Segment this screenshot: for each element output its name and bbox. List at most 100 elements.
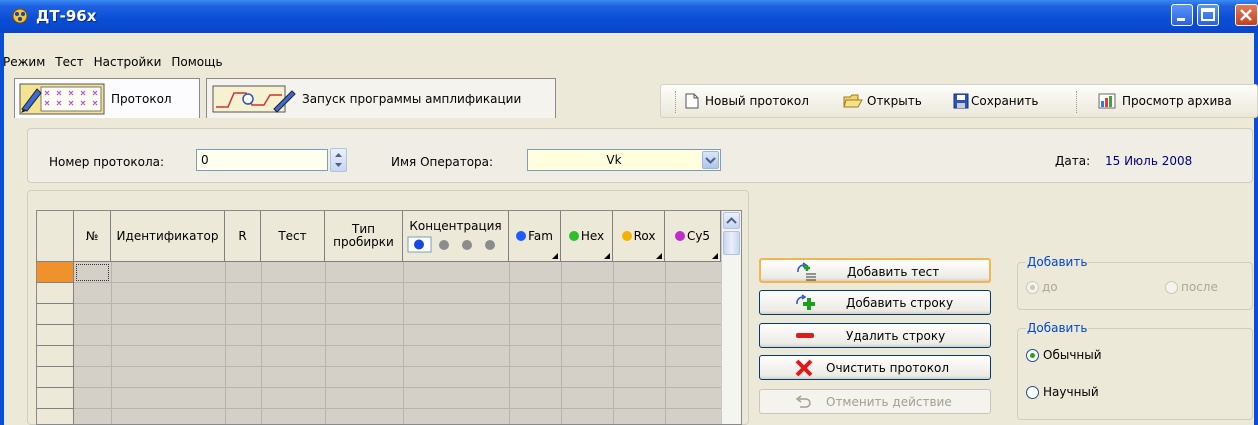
row-header[interactable] <box>37 367 74 388</box>
col-header-tube-type[interactable]: Тип пробирки <box>325 211 403 262</box>
grid-line <box>561 262 562 424</box>
table-row[interactable] <box>74 304 721 325</box>
grid-line <box>613 262 614 424</box>
chevron-down-icon <box>705 157 716 164</box>
operator-value: Vk <box>606 153 622 167</box>
grid-line <box>261 262 262 424</box>
row-header[interactable] <box>37 283 74 304</box>
row-header[interactable] <box>37 304 74 325</box>
add-test-label: Добавить тест <box>847 265 940 279</box>
col-header-r[interactable]: R <box>225 211 261 262</box>
radio-normal-label: Обычный <box>1043 348 1102 362</box>
open-button[interactable]: Открыть <box>843 93 922 109</box>
save-label: Сохранить <box>971 94 1039 108</box>
table-row[interactable] <box>74 346 721 367</box>
add-test-button[interactable]: Добавить тест <box>759 258 991 283</box>
operator-select[interactable]: Vk <box>527 149 721 171</box>
title-bar[interactable]: ДТ-96х <box>0 0 1258 33</box>
open-folder-icon <box>843 94 863 108</box>
minimize-button[interactable] <box>1171 4 1193 26</box>
position-group: Добавить до после <box>1017 255 1253 310</box>
col-header-number[interactable]: № <box>74 211 111 262</box>
add-row-icon <box>796 294 815 310</box>
table-row[interactable] <box>74 325 721 346</box>
radio-scientific[interactable] <box>1026 386 1039 399</box>
new-protocol-button[interactable]: Новый протокол <box>685 93 809 109</box>
col-header-concentration[interactable]: Концентрация <box>403 211 509 262</box>
focused-cell[interactable] <box>76 264 109 281</box>
radio-after-label: после <box>1181 280 1218 294</box>
tab-protocol[interactable]: Протокол <box>14 78 200 118</box>
table-row[interactable] <box>74 262 721 283</box>
rox-label: Rox <box>633 228 656 243</box>
scroll-up-button[interactable] <box>723 212 740 229</box>
col-header-hex[interactable]: Hex <box>561 211 613 262</box>
col-header-rox[interactable]: Rox <box>613 211 665 262</box>
maximize-button[interactable] <box>1197 4 1219 26</box>
save-button[interactable]: Сохранить <box>953 93 1039 109</box>
add-row-button[interactable]: Добавить строку <box>759 290 991 315</box>
delete-row-button[interactable]: Удалить строку <box>759 323 991 348</box>
close-button[interactable] <box>1235 4 1258 26</box>
col-header-fam[interactable]: Fam <box>509 211 561 262</box>
window-title: ДТ-96х <box>36 7 97 25</box>
archive-chart-icon <box>1098 93 1116 109</box>
row-header[interactable] <box>37 388 74 409</box>
table-row[interactable] <box>74 409 721 424</box>
col-header-identifier[interactable]: Идентификатор <box>111 211 225 262</box>
row-header[interactable] <box>37 325 74 346</box>
col-header-test[interactable]: Тест <box>261 211 325 262</box>
window-border-left <box>0 33 4 425</box>
row-header[interactable] <box>37 409 74 424</box>
toolbar-separator <box>675 91 676 113</box>
view-archive-button[interactable]: Просмотр архива <box>1098 93 1232 109</box>
table-row[interactable] <box>74 388 721 409</box>
protocol-number-field[interactable]: 0 <box>196 149 328 171</box>
sort-triangle-icon <box>712 253 718 259</box>
table-row[interactable] <box>74 367 721 388</box>
row-header[interactable] <box>37 346 74 367</box>
fam-label: Fam <box>528 228 553 243</box>
table-row[interactable] <box>74 283 721 304</box>
grid-corner-header <box>37 211 74 262</box>
operator-dropdown-button[interactable] <box>702 151 719 169</box>
clear-protocol-button[interactable]: Очистить протокол <box>759 355 991 380</box>
red-x-icon <box>795 359 813 377</box>
grid-line <box>509 262 510 424</box>
undo-label: Отменить действие <box>826 395 952 409</box>
menu-settings[interactable]: Настройки <box>89 53 167 69</box>
grid-line <box>665 262 666 424</box>
radio-normal[interactable] <box>1026 349 1039 362</box>
tab-amplification-label: Запуск программы амплификации <box>302 91 522 106</box>
protocol-number-label: Номер протокола: <box>49 155 165 169</box>
menu-test[interactable]: Тест <box>50 53 88 69</box>
toolbar-separator <box>1076 91 1077 113</box>
sort-triangle-icon <box>552 253 558 259</box>
menu-help[interactable]: Помощь <box>166 53 227 69</box>
protocol-number-spinner[interactable] <box>330 148 347 172</box>
date-value: 15 Июль 2008 <box>1105 154 1193 168</box>
save-disk-icon <box>953 93 969 109</box>
sort-triangle-icon <box>604 253 610 259</box>
rox-dot-icon <box>621 231 632 241</box>
undo-button[interactable]: Отменить действие <box>759 389 991 414</box>
grid-vertical-scrollbar[interactable] <box>721 211 741 424</box>
row-header-selected[interactable] <box>37 262 74 283</box>
radio-before[interactable] <box>1026 281 1039 294</box>
scroll-thumb[interactable] <box>723 231 740 255</box>
mode-group: Добавить Обычный Научный <box>1017 321 1253 420</box>
chevron-up-icon <box>726 217 737 224</box>
menu-mode[interactable]: Режим <box>0 53 50 69</box>
radio-after[interactable] <box>1165 281 1178 294</box>
spinner-arrows-icon <box>335 153 342 167</box>
samples-grid[interactable]: № Идентификатор R Тест Тип пробирки Конц… <box>36 210 742 425</box>
amplification-icon <box>212 85 296 113</box>
col-header-cy5[interactable]: Cy5 <box>665 211 721 262</box>
radio-scientific-label: Научный <box>1043 385 1099 399</box>
new-protocol-label: Новый протокол <box>705 94 809 108</box>
app-icon <box>12 8 28 24</box>
maximize-icon <box>1201 8 1215 21</box>
tab-protocol-label: Протокол <box>111 91 172 106</box>
tab-amplification[interactable]: Запуск программы амплификации <box>206 78 556 118</box>
concentration-dots-icon <box>407 236 495 252</box>
